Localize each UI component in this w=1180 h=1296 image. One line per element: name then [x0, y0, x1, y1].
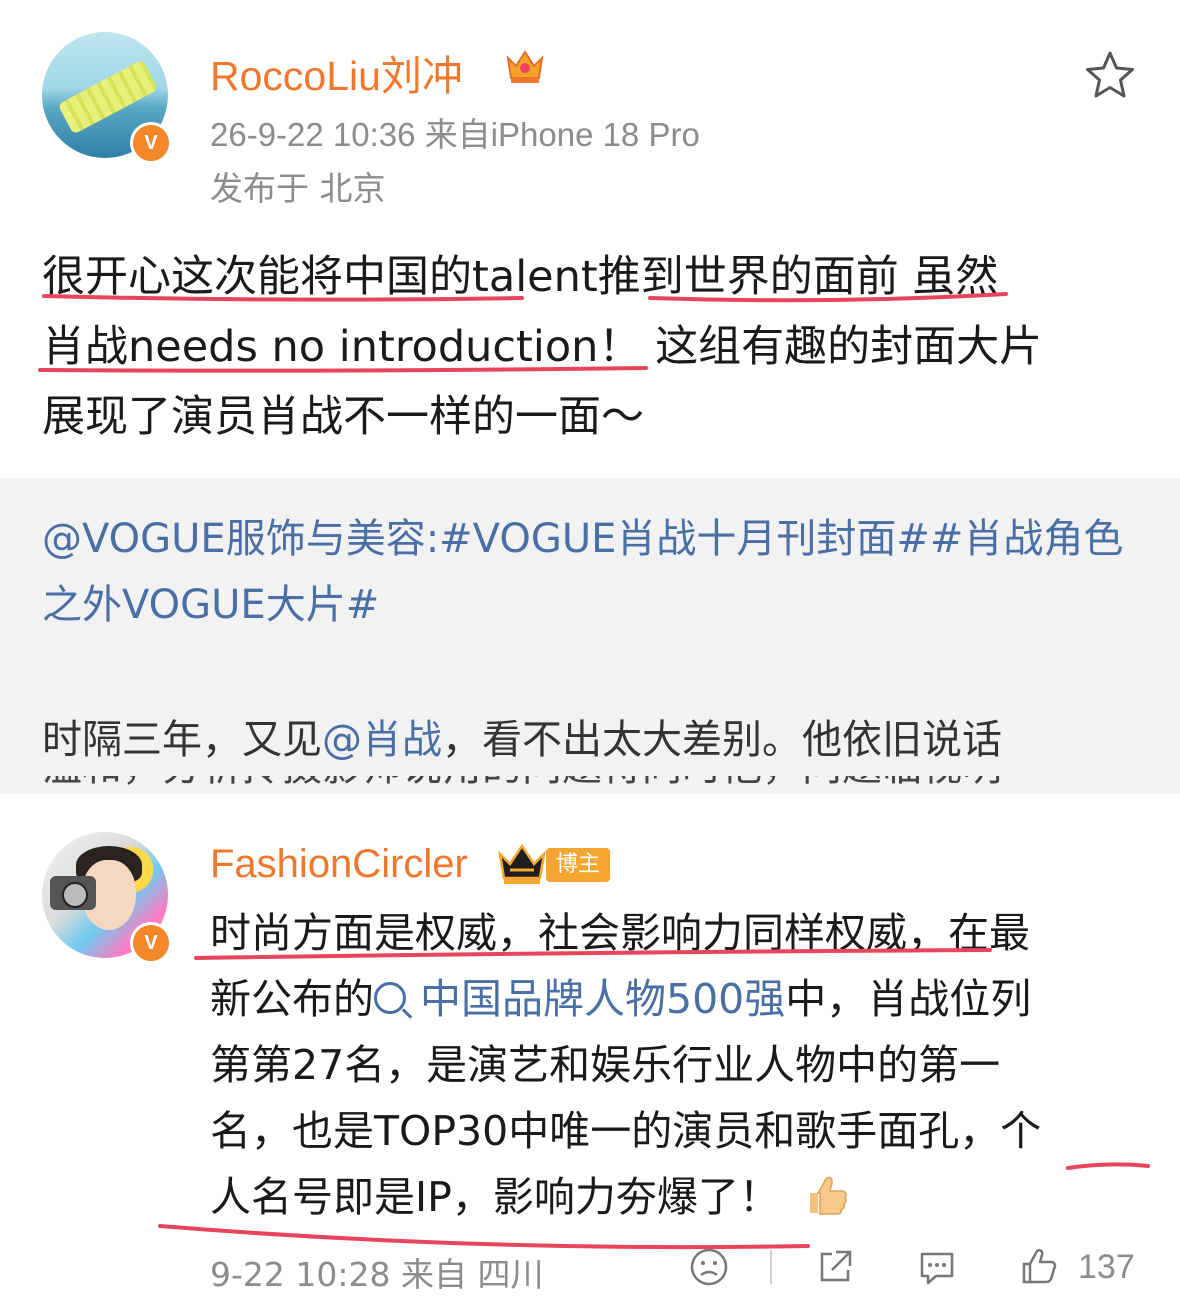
search-topic-link[interactable]: 中国品牌人物500强	[374, 975, 785, 1023]
sad-face-icon[interactable]	[688, 1246, 730, 1288]
comment-timestamp: 9-22 10:28 来自 四川	[210, 1255, 544, 1294]
mention-link[interactable]: @肖战	[322, 717, 442, 763]
comment-icon[interactable]	[916, 1246, 958, 1288]
comment-footer: 9-22 10:28 来自 四川 137	[210, 1246, 1170, 1294]
post-text-line: 肖战needs no introduction！ 这组有趣的封面大片	[42, 322, 1043, 372]
comment-text-segment: 新公布的	[210, 975, 374, 1023]
comment-text-line: 新公布的 中国品牌人物500强中，肖战位列	[210, 966, 1150, 1032]
post-text: 很开心这次能将中国的talent推到世界的面前 虽然 肖战needs no in…	[42, 242, 1142, 452]
comment-text-line: 人名号即是IP，影响力夯爆了！	[210, 1164, 1150, 1230]
verified-badge-icon: V	[130, 122, 172, 164]
footer-divider	[770, 1250, 772, 1284]
repost-excerpt: 时隔三年，又见@肖战，看不出太大差别。他依旧说话	[42, 708, 1162, 772]
search-icon	[374, 982, 406, 1014]
post-text-line: 很开心这次能将中国的talent推到世界的面前 虽然	[42, 252, 999, 302]
author-name[interactable]: RoccoLiu刘冲	[210, 42, 463, 102]
like-icon[interactable]	[1018, 1246, 1060, 1288]
repost-excerpt-text: ，看不出太大差别。他依旧说话	[442, 717, 1002, 763]
avatar-image	[50, 876, 96, 910]
crown-icon	[498, 843, 546, 884]
blogger-badge: 博主	[546, 848, 611, 882]
comment-text-segment: 中，肖战位列	[785, 975, 1032, 1023]
comment-text-line: 名，也是TOP30中唯一的演员和歌手面孔，个	[210, 1107, 1042, 1155]
like-count: 137	[1078, 1248, 1135, 1286]
repost-truncated-text: 温和，分析拎摄影师说角的问题待同时他，问题临视明	[42, 776, 1002, 792]
search-topic-label: 中国品牌人物500强	[420, 975, 786, 1023]
comment-text: 时尚方面是权威，社会影响力同样权威，在最 新公布的 中国品牌人物500强中，肖战位…	[210, 900, 1150, 1230]
repost-text[interactable]: @VOGUE服饰与美容:#VOGUE肖战十月刊封面##肖战角色之外VOGUE大片…	[42, 506, 1152, 638]
comment-text-line: 时尚方面是权威，社会影响力同样权威，在最	[210, 909, 1030, 957]
post-location: 发布于 北京	[210, 169, 386, 208]
repost-truncated-line: 温和，分析拎摄影师说角的问题待同时他，问题临视明	[0, 776, 1180, 794]
crown-icon	[506, 50, 544, 83]
thumbs-up-emoji	[809, 1176, 847, 1215]
comment-text-line: 第第27名，是演艺和娱乐行业人物中的第一	[210, 1041, 1001, 1089]
commenter-name[interactable]: FashionCircler	[210, 842, 468, 887]
post-timestamp: 26-9-22 10:36 来自iPhone 18 Pro	[210, 116, 700, 153]
verified-badge-icon: V	[130, 922, 172, 964]
share-icon[interactable]	[814, 1246, 856, 1288]
post-text-line: 展现了演员肖战不一样的一面～	[42, 392, 644, 442]
star-icon[interactable]	[1082, 48, 1138, 104]
repost-excerpt-text: 时隔三年，又见	[42, 717, 322, 763]
comment-text-segment: 人名号即是IP，影响力夯爆了！	[210, 1173, 780, 1221]
